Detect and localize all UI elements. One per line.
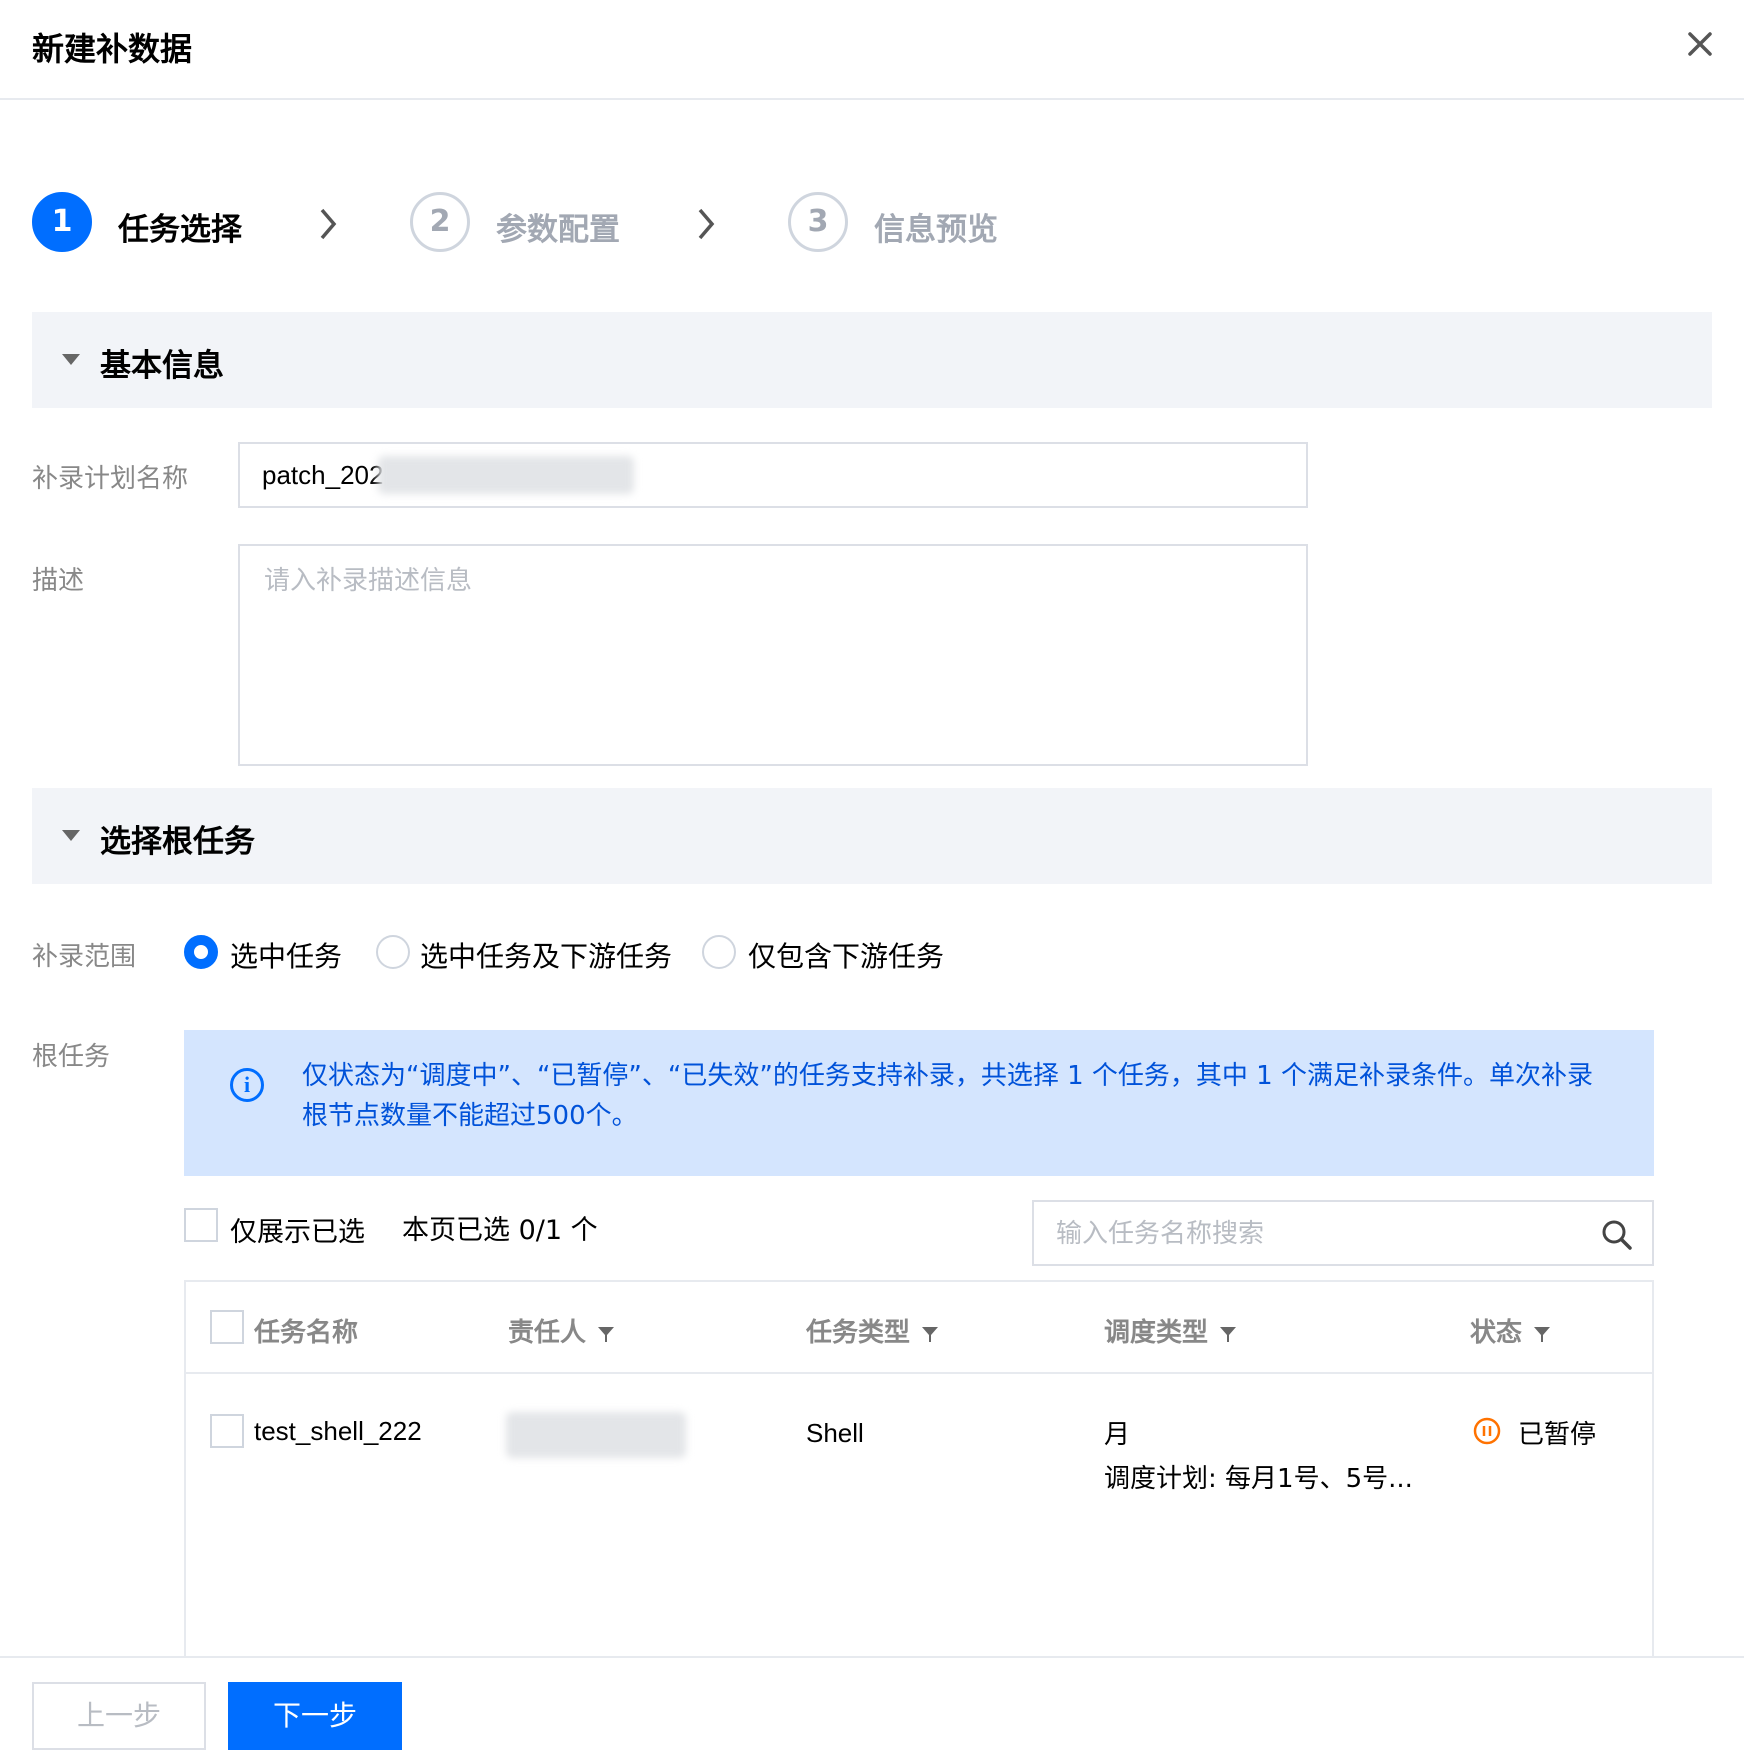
header-status: 状态 (1470, 1312, 1552, 1349)
header-task-type: 任务类型 (806, 1312, 940, 1349)
task-name-cell: test_shell_222 (254, 1416, 422, 1446)
status-cell: 已暂停 (1518, 1420, 1597, 1450)
header-owner: 责任人 (508, 1312, 616, 1349)
chevron-right-icon (320, 208, 337, 240)
dialog-title: 新建补数据 (32, 30, 193, 68)
schedule-plan-cell: 调度计划: 每月1号、5号... (1104, 1464, 1413, 1494)
root-task-section-header[interactable]: 选择根任务 (32, 788, 1712, 884)
notice-text: 仅状态为“调度中”、“已暂停”、“已失效”的任务支持补录，共选择 1 个任务，其… (302, 1061, 1593, 1131)
step-1-number: 1 (32, 192, 92, 252)
header-task-name: 任务名称 (254, 1318, 359, 1348)
search-placeholder: 输入任务名称搜索 (1056, 1218, 1265, 1248)
plan-name-value: patch_202 (262, 460, 384, 490)
scope-option-label: 选中任务及下游任务 (420, 940, 673, 973)
task-table: 任务名称 责任人 任务类型 调度类型 状态 test_shell_222 She… (184, 1280, 1654, 1660)
header-schedule-type: 调度类型 (1104, 1312, 1238, 1349)
step-2-label: 参数配置 (496, 212, 620, 248)
description-textarea[interactable]: 请入补录描述信息 (238, 544, 1308, 766)
scope-option-label: 仅包含下游任务 (748, 940, 945, 973)
dialog-header: 新建补数据 (0, 0, 1744, 100)
select-all-checkbox[interactable] (210, 1310, 244, 1344)
root-task-label: 根任务 (32, 1042, 111, 1072)
page-selected-count: 本页已选 0/1 个 (402, 1215, 598, 1246)
plan-name-label: 补录计划名称 (32, 464, 189, 494)
filter-icon[interactable] (1218, 1324, 1238, 1344)
description-placeholder: 请入补录描述信息 (264, 566, 473, 596)
step-2-number: 2 (410, 192, 470, 252)
close-icon[interactable] (1680, 24, 1720, 64)
row-checkbox[interactable] (210, 1414, 244, 1448)
redacted-text (378, 456, 634, 494)
task-type-cell: Shell (806, 1418, 864, 1448)
step-3-label: 信息预览 (874, 212, 998, 248)
notice-banner: i 仅状态为“调度中”、“已暂停”、“已失效”的任务支持补录，共选择 1 个任务… (184, 1030, 1654, 1176)
basic-info-title: 基本信息 (100, 348, 224, 384)
radio-checked (184, 935, 218, 969)
show-selected-checkbox[interactable] (184, 1208, 218, 1242)
description-label: 描述 (32, 566, 85, 596)
pause-status-icon (1473, 1417, 1501, 1445)
step-1-label: 任务选择 (118, 212, 242, 248)
radio-unchecked (376, 935, 410, 969)
schedule-type-cell: 月 (1104, 1420, 1131, 1450)
dialog-footer: 上一步 下一步 (0, 1656, 1744, 1762)
chevron-right-icon (698, 208, 715, 240)
basic-info-section-header[interactable]: 基本信息 (32, 312, 1712, 408)
root-task-title: 选择根任务 (100, 824, 255, 860)
filter-icon[interactable] (920, 1324, 940, 1344)
next-step-button[interactable]: 下一步 (228, 1682, 402, 1750)
redacted-owner (506, 1412, 686, 1458)
info-icon: i (230, 1068, 264, 1102)
search-icon[interactable] (1600, 1218, 1634, 1252)
radio-unchecked (702, 935, 736, 969)
scope-label: 补录范围 (32, 942, 137, 972)
task-search-input[interactable]: 输入任务名称搜索 (1032, 1200, 1654, 1266)
caret-down-icon (62, 830, 80, 841)
prev-step-button[interactable]: 上一步 (32, 1682, 206, 1750)
filter-icon[interactable] (1532, 1324, 1552, 1344)
table-header: 任务名称 责任人 任务类型 调度类型 状态 (186, 1282, 1652, 1374)
caret-down-icon (62, 354, 80, 365)
scope-option-label: 选中任务 (230, 940, 343, 973)
step-3-number: 3 (788, 192, 848, 252)
filter-icon[interactable] (596, 1324, 616, 1344)
show-selected-label: 仅展示已选 (230, 1217, 365, 1248)
